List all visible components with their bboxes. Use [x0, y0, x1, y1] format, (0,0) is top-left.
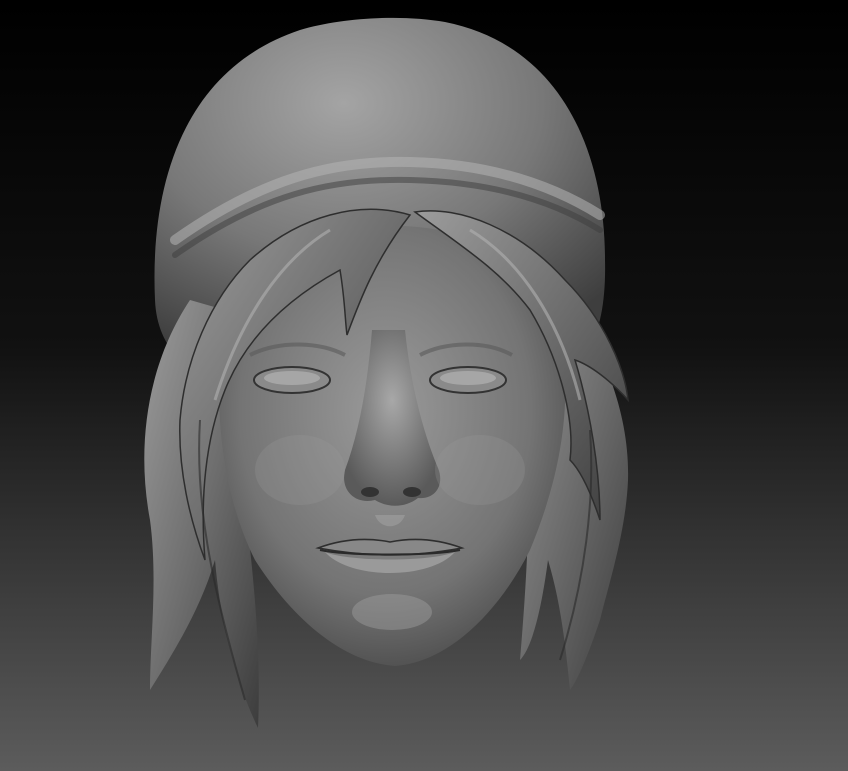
sculpt-viewport[interactable] — [0, 0, 848, 771]
left-eye-highlight — [264, 371, 320, 385]
viewport-canvas[interactable] — [0, 0, 848, 771]
nostril-right — [403, 487, 421, 497]
right-eye-highlight — [440, 371, 496, 385]
nostril-left — [361, 487, 379, 497]
cheek-highlight — [435, 435, 525, 505]
chin-highlight — [352, 594, 432, 630]
cheek-highlight — [255, 435, 345, 505]
